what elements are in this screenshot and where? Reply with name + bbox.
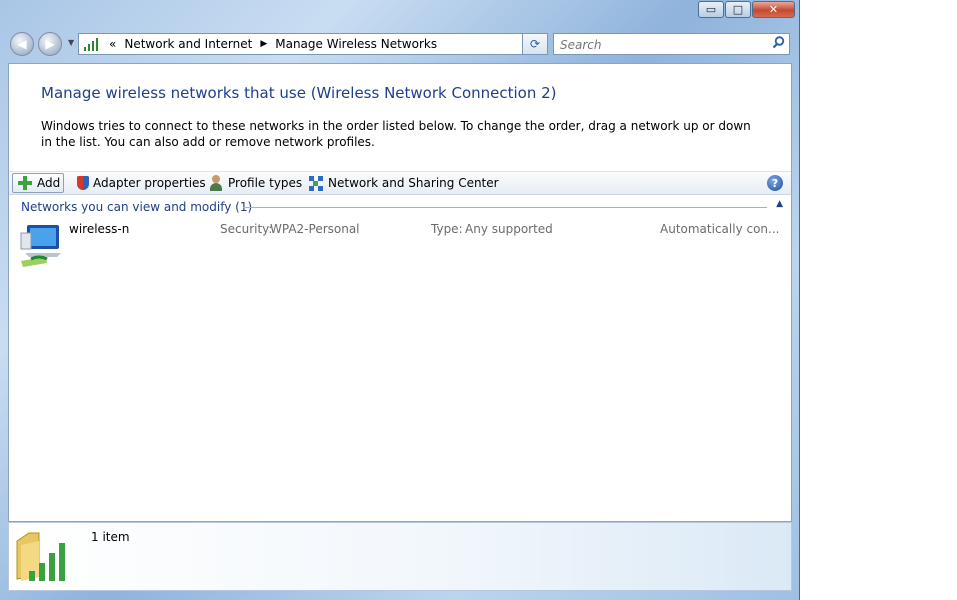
page-title: Manage wireless networks that use (Wirel…: [41, 84, 557, 102]
search-icon[interactable]: [772, 36, 785, 53]
add-button-label: Add: [37, 176, 61, 190]
network-center-icon: [308, 175, 324, 191]
address-bar[interactable]: « Network and Internet ▶ Manage Wireless…: [78, 33, 548, 55]
breadcrumb-overflow[interactable]: «: [109, 37, 116, 51]
forward-button[interactable]: ▶: [38, 32, 62, 56]
back-arrow-icon: ◀: [17, 37, 27, 51]
connection-mode: Automatically con...: [660, 222, 780, 236]
add-button[interactable]: Add: [12, 173, 64, 193]
breadcrumb-manage-wireless-networks[interactable]: Manage Wireless Networks: [275, 37, 437, 51]
breadcrumb-separator[interactable]: ▶: [260, 39, 267, 49]
window-controls: ▭ □ ✕: [697, 1, 795, 18]
add-plus-icon: [17, 175, 33, 191]
forward-arrow-icon: ▶: [45, 37, 55, 51]
item-count: 1 item: [91, 530, 130, 544]
search-input[interactable]: [558, 35, 762, 55]
page-description: Windows tries to connect to these networ…: [41, 119, 751, 149]
security-value: WPA2-Personal: [270, 222, 360, 236]
network-sharing-center-button[interactable]: Network and Sharing Center: [304, 173, 499, 193]
breadcrumb-network-and-internet[interactable]: Network and Internet: [124, 37, 252, 51]
network-sharing-center-label: Network and Sharing Center: [328, 176, 499, 190]
group-title: Networks you can view and modify (1): [21, 200, 253, 214]
recent-pages-dropdown[interactable]: ▼: [68, 38, 74, 47]
search-box[interactable]: [553, 33, 790, 55]
maximize-button[interactable]: □: [725, 1, 751, 18]
profile-types-button[interactable]: Profile types: [204, 173, 302, 193]
window-frame: ▭ □ ✕ ◀ ▶ ▼ « Network and Internet ▶ Man…: [0, 0, 800, 600]
network-group-header[interactable]: Networks you can view and modify (1) ▲: [21, 199, 783, 214]
help-icon[interactable]: ?: [767, 175, 783, 191]
navigation-bar: ◀ ▶ ▼ « Network and Internet ▶ Manage Wi…: [8, 30, 791, 58]
command-bar: Add Adapter properties Profile types Net…: [9, 171, 791, 195]
security-label: Security:: [220, 222, 273, 236]
refresh-icon: ⟳: [529, 37, 541, 51]
refresh-button[interactable]: ⟳: [522, 33, 548, 55]
wireless-signal-icon: [83, 37, 101, 51]
type-label: Type:: [431, 222, 463, 236]
adapter-properties-button[interactable]: Adapter properties: [73, 173, 206, 193]
content-pane: Manage wireless networks that use (Wirel…: [8, 63, 792, 522]
wireless-network-icon: [17, 223, 65, 269]
network-list-item[interactable]: wireless-n Security: WPA2-Personal Type:…: [17, 219, 783, 271]
back-button[interactable]: ◀: [10, 32, 34, 56]
close-button[interactable]: ✕: [752, 1, 795, 18]
profile-types-label: Profile types: [228, 176, 303, 190]
wireless-folder-icon: [15, 527, 73, 585]
group-divider: [243, 207, 767, 208]
user-profile-icon: [208, 175, 224, 191]
details-pane: 1 item: [8, 522, 792, 591]
type-value: Any supported: [465, 222, 553, 236]
network-name: wireless-n: [69, 222, 130, 236]
minimize-button[interactable]: ▭: [698, 1, 724, 18]
adapter-properties-label: Adapter properties: [93, 176, 206, 190]
shield-icon: [77, 176, 89, 190]
collapse-arrow-icon[interactable]: ▲: [776, 199, 783, 209]
